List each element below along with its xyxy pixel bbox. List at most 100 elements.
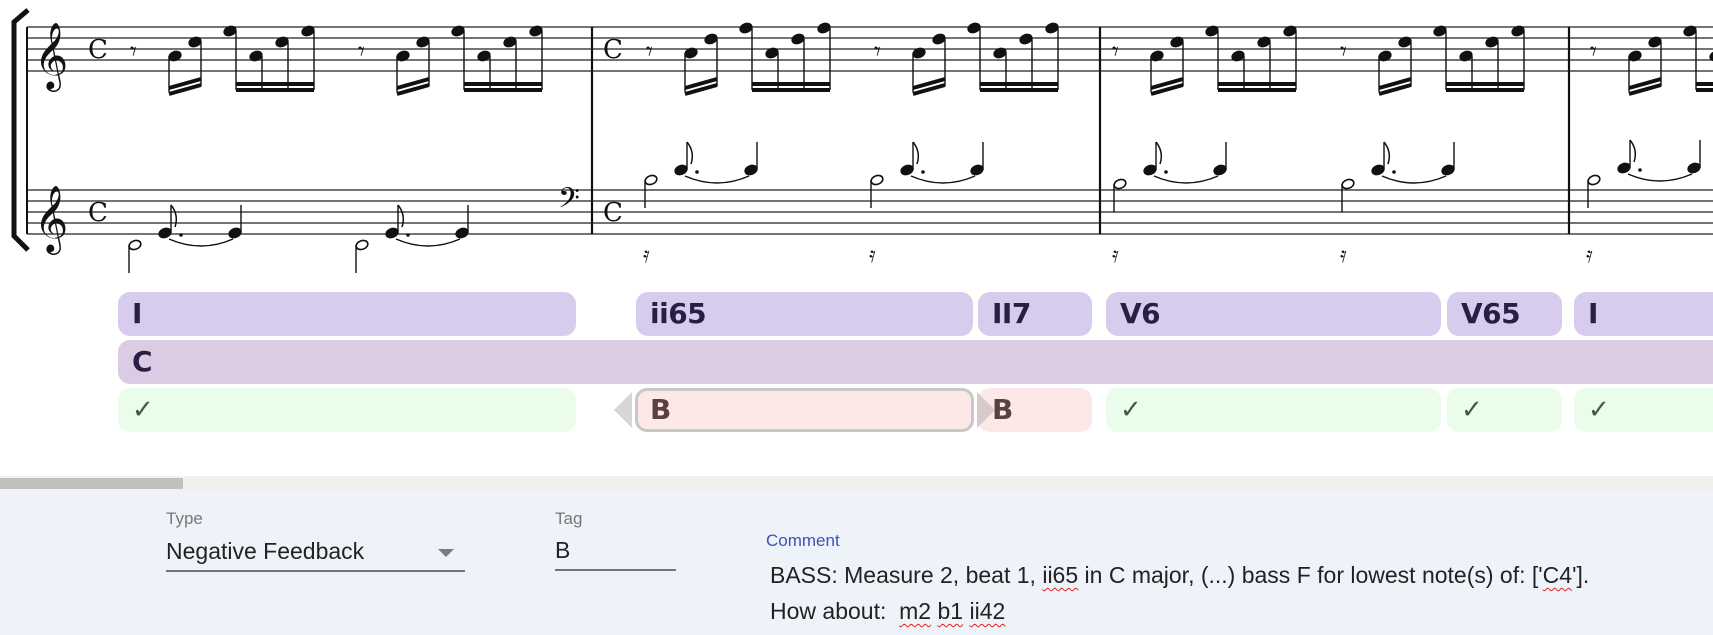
- half-note-head: [355, 239, 369, 251]
- sixteenth-rest-icon: 𝄿: [643, 243, 650, 268]
- notehead: [932, 33, 946, 45]
- flag: [912, 141, 920, 165]
- tie: [1627, 173, 1693, 182]
- glyphs: 𝄞 𝄞 C C 𝄢 C C 𝄾 𝄾 𝄾 𝄾 𝄾 𝄾 𝄾 𝄿 𝄿 𝄿 𝄿 𝄿: [34, 21, 1597, 268]
- dotted-eighth-head: [158, 227, 172, 239]
- eighth-rest-icon: 𝄾: [646, 37, 653, 67]
- previous-feedback-arrow-icon[interactable]: [614, 392, 632, 428]
- sixteenth-rest-icon: 𝄿: [869, 243, 876, 268]
- flag: [1383, 141, 1391, 165]
- half-note-head: [644, 174, 658, 186]
- feedback-chip-ok[interactable]: ✓: [118, 388, 576, 432]
- feedback-chip-ok[interactable]: ✓: [1447, 388, 1562, 432]
- tie: [1381, 175, 1447, 184]
- misspelled-word: b1: [937, 598, 964, 624]
- time-signature: C: [603, 198, 623, 228]
- tie: [395, 238, 461, 247]
- type-select-underline: [166, 570, 465, 572]
- system-bracket: [11, 8, 30, 252]
- time-signature: C: [88, 198, 108, 228]
- horizontal-scrollbar[interactable]: [0, 476, 1713, 491]
- chord-chip-ii65[interactable]: ii65: [636, 292, 973, 336]
- quarter-note-head: [1687, 162, 1701, 174]
- bass-clef-icon: 𝄢: [558, 182, 580, 222]
- dot: [406, 233, 410, 237]
- eighth-rest-icon: 𝄾: [358, 37, 365, 67]
- sixteenth-rest-icon: 𝄿: [1586, 243, 1593, 268]
- chord-chip-V6[interactable]: V6: [1106, 292, 1441, 336]
- comment-text: in C major, (...) bass F for lowest note…: [1078, 562, 1543, 588]
- tag-input[interactable]: B: [555, 537, 675, 567]
- half-note-head: [128, 239, 142, 251]
- dotted-eighth-head: [1371, 164, 1385, 176]
- notehead: [1019, 33, 1033, 45]
- chord-chip-I-2[interactable]: I: [1574, 292, 1713, 336]
- dot: [1392, 170, 1396, 174]
- music-score: 𝄞 𝄞 C C 𝄢 C C 𝄾 𝄾 𝄾 𝄾 𝄾 𝄾 𝄾 𝄿 𝄿 𝄿 𝄿 𝄿: [11, 8, 1713, 273]
- sixteenth-rest-icon: 𝄿: [1112, 243, 1119, 268]
- dotted-eighth-head: [674, 164, 688, 176]
- tag-label: Tag: [555, 509, 583, 528]
- dotted-eighth-head: [1617, 162, 1631, 174]
- tie: [910, 175, 976, 184]
- notehead: [704, 33, 718, 45]
- dotted-eighth-head: [900, 164, 914, 176]
- dropdown-arrow-icon[interactable]: [438, 549, 454, 557]
- tie: [168, 238, 234, 247]
- time-signature: C: [88, 35, 108, 65]
- notehead: [739, 22, 753, 34]
- time-signature: C: [603, 35, 623, 65]
- dot: [695, 170, 699, 174]
- misspelled-word: ii65: [1042, 562, 1079, 588]
- dot: [1638, 168, 1642, 172]
- half-note-head: [1587, 174, 1601, 186]
- sixteenth-rest-icon: 𝄿: [1340, 243, 1347, 268]
- flag: [170, 204, 178, 228]
- flag: [397, 204, 405, 228]
- type-select[interactable]: Negative Feedback: [166, 538, 466, 570]
- dot: [921, 170, 925, 174]
- dot: [1164, 170, 1168, 174]
- tag-input-underline: [555, 569, 676, 571]
- flag: [686, 141, 694, 165]
- treble-clef-icon: 𝄞: [34, 21, 68, 92]
- notehead: [817, 22, 831, 34]
- eighth-rest-icon: 𝄾: [130, 37, 137, 67]
- eighth-rest-icon: 𝄾: [1340, 37, 1347, 67]
- dotted-eighth-head: [1143, 164, 1157, 176]
- quarter-note-head: [970, 164, 984, 176]
- flag: [1629, 139, 1637, 163]
- quarter-note-head: [744, 164, 758, 176]
- next-feedback-arrow-icon[interactable]: [977, 392, 995, 428]
- quarter-note-head: [1213, 164, 1227, 176]
- quarter-note-head: [1441, 164, 1455, 176]
- misspelled-word: ii42: [969, 598, 1006, 624]
- flag: [1155, 141, 1163, 165]
- scrollbar-thumb[interactable]: [0, 478, 183, 489]
- tie: [1153, 175, 1219, 184]
- feedback-chip-selected[interactable]: B: [635, 388, 974, 432]
- quarter-note-head: [455, 227, 469, 239]
- chord-chip-II7[interactable]: II7: [978, 292, 1092, 336]
- eighth-rest-icon: 𝄾: [1112, 37, 1119, 67]
- dotted-eighth-head: [385, 227, 399, 239]
- eighth-rest-icon: 𝄾: [1590, 37, 1597, 67]
- notehead: [791, 33, 805, 45]
- comment-textarea-line-1[interactable]: BASS: Measure 2, beat 1, ii65 in C major…: [770, 562, 1589, 589]
- comment-label: Comment: [766, 531, 840, 550]
- comment-textarea-line-2[interactable]: How about: m2 b1 ii42: [770, 598, 1005, 625]
- chord-chip-V65[interactable]: V65: [1447, 292, 1562, 336]
- comment-text: BASS: Measure 2, beat 1,: [770, 562, 1043, 588]
- key-chip-C[interactable]: C: [118, 340, 1713, 384]
- feedback-chip-negative[interactable]: B: [978, 388, 1092, 432]
- notehead: [967, 22, 981, 34]
- comment-text: How about:: [770, 598, 900, 624]
- chord-chip-I[interactable]: I: [118, 292, 576, 336]
- tie: [684, 175, 750, 184]
- dot: [179, 233, 183, 237]
- notehead: [1045, 22, 1059, 34]
- feedback-chip-ok[interactable]: ✓: [1574, 388, 1713, 432]
- treble-clef-icon: 𝄞: [34, 184, 68, 255]
- feedback-chip-ok[interactable]: ✓: [1106, 388, 1441, 432]
- type-label: Type: [166, 509, 203, 528]
